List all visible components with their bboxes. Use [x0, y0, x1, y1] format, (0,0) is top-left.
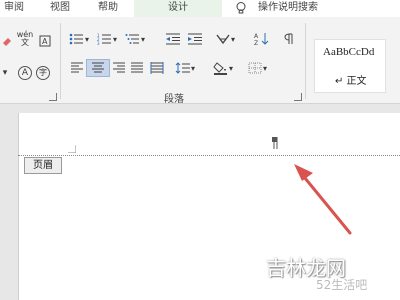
watermark-sub: 52生活吧 — [316, 278, 368, 292]
